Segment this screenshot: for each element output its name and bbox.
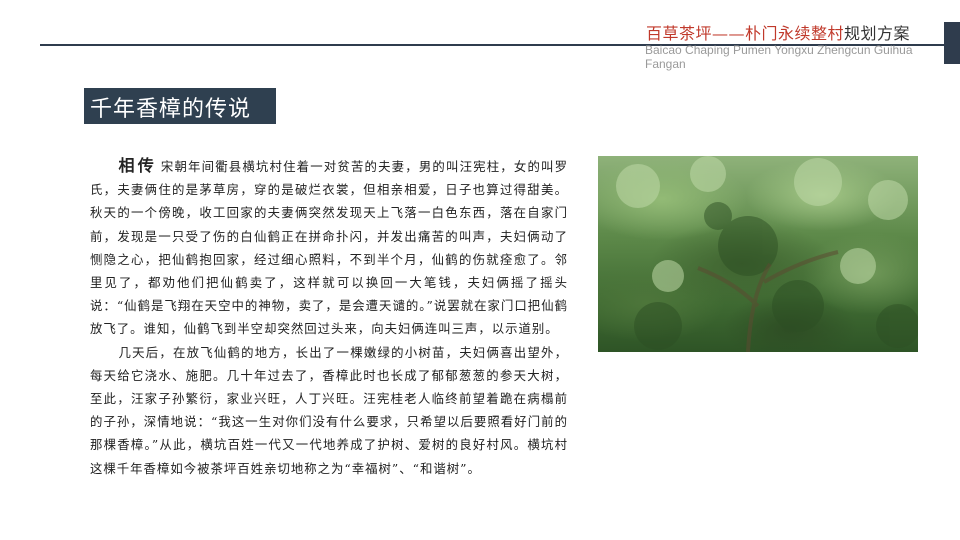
article-lead-word: 相传 (118, 156, 157, 175)
camphor-tree-photo (598, 156, 918, 352)
header-title-red: 百草茶坪——朴门永续整村 (646, 24, 845, 43)
header-corner-block (944, 22, 960, 64)
legend-article: 相传 宋朝年间衢县横坑村住着一对贫苦的夫妻，男的叫汪宪柱，女的叫罗氏，夫妻俩住的是… (90, 154, 568, 480)
header-title-dark: 规划方案 (844, 24, 911, 43)
tree-foliage-illustration (616, 156, 918, 352)
article-paragraph-2: 几天后，在放飞仙鹤的地方，长出了一棵嫩绿的小树苗，夫妇俩喜出望外，每天给它浇水、… (90, 344, 568, 476)
header-subtitle-en: Baicao Chaping Pumen Yongxu Zhengcun Gui… (645, 43, 913, 71)
article-paragraph-1-text: 宋朝年间衢县横坑村住着一对贫苦的夫妻，男的叫汪宪柱，女的叫罗氏，夫妻俩住的是茅草… (90, 159, 568, 337)
section-title: 千年香樟的传说 (84, 88, 276, 124)
header-title: 百草茶坪——朴门永续整村规划方案 (646, 20, 910, 44)
article-paragraph-1: 相传 宋朝年间衢县横坑村住着一对贫苦的夫妻，男的叫汪宪柱，女的叫罗氏，夫妻俩住的是… (90, 154, 568, 341)
